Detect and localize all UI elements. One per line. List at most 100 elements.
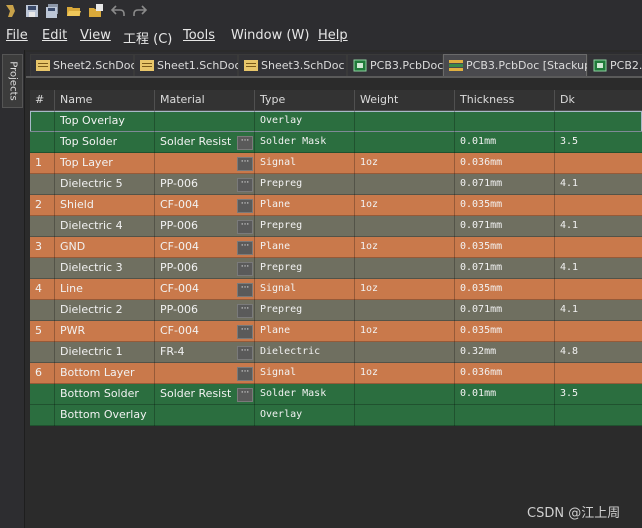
- cell-dk[interactable]: 4.1: [560, 216, 578, 237]
- cell-thickness[interactable]: 0.036mm: [460, 153, 502, 174]
- cell-thickness[interactable]: 0.071mm: [460, 216, 502, 237]
- cell-name[interactable]: Line: [60, 279, 83, 300]
- layer-row[interactable]: 3 GND CF-004 Plane 1oz 0.035mm ···: [30, 237, 642, 258]
- menu-file[interactable]: File: [6, 28, 28, 43]
- tab-pcb3-stackup[interactable]: PCB3.PcbDoc [Stackup]: [443, 54, 595, 76]
- cell-type[interactable]: Prepreg: [260, 174, 302, 195]
- cell-thickness[interactable]: 0.01mm: [460, 132, 496, 153]
- layer-row[interactable]: 1 Top Layer Signal 1oz 0.036mm ···: [30, 153, 642, 174]
- column-divider[interactable]: [454, 90, 455, 110]
- cell-type[interactable]: Plane: [260, 321, 290, 342]
- layer-row[interactable]: Dielectric 1 FR-4 Dielectric 0.32mm 4.8 ···: [30, 342, 642, 363]
- cell-dk[interactable]: 4.1: [560, 174, 578, 195]
- cell-material[interactable]: Solder Resist: [160, 132, 231, 153]
- tab-sheet3-schdoc[interactable]: Sheet3.SchDoc: [238, 54, 347, 76]
- layer-row[interactable]: Top Overlay Overlay: [30, 111, 642, 132]
- column-header-weight[interactable]: Weight: [360, 93, 398, 106]
- layer-row[interactable]: 5 PWR CF-004 Plane 1oz 0.035mm ···: [30, 321, 642, 342]
- menu-tools[interactable]: Tools: [183, 28, 215, 43]
- layer-row[interactable]: Dielectric 4 PP-006 Prepreg 0.071mm 4.1 ···: [30, 216, 642, 237]
- column-header-dk[interactable]: Dk: [560, 93, 575, 106]
- material-browse-button[interactable]: ···: [237, 346, 253, 360]
- cell-number[interactable]: 1: [35, 153, 42, 174]
- cell-type[interactable]: Dielectric: [260, 342, 320, 363]
- cell-weight[interactable]: 1oz: [360, 279, 378, 300]
- cell-thickness[interactable]: 0.035mm: [460, 279, 502, 300]
- cell-type[interactable]: Signal: [260, 153, 296, 174]
- tab-sheet2-schdoc[interactable]: Sheet2.SchDoc: [30, 54, 137, 76]
- cell-type[interactable]: Signal: [260, 279, 296, 300]
- cell-name[interactable]: Bottom Layer: [60, 363, 135, 384]
- cell-number[interactable]: 2: [35, 195, 42, 216]
- cell-weight[interactable]: 1oz: [360, 321, 378, 342]
- material-browse-button[interactable]: ···: [237, 304, 253, 318]
- cell-type[interactable]: Plane: [260, 195, 290, 216]
- layer-row[interactable]: 6 Bottom Layer Signal 1oz 0.036mm ···: [30, 363, 642, 384]
- cell-name[interactable]: Dielectric 2: [60, 300, 123, 321]
- material-browse-button[interactable]: ···: [237, 325, 253, 339]
- cell-type[interactable]: Prepreg: [260, 258, 302, 279]
- cell-type[interactable]: Plane: [260, 237, 290, 258]
- cell-material[interactable]: PP-006: [160, 300, 198, 321]
- cell-type[interactable]: Signal: [260, 363, 296, 384]
- column-divider[interactable]: [254, 90, 255, 110]
- save-all-icon[interactable]: [44, 3, 60, 19]
- cell-name[interactable]: Dielectric 1: [60, 342, 123, 363]
- cell-name[interactable]: Top Solder: [60, 132, 117, 153]
- cell-type[interactable]: Overlay: [260, 111, 302, 132]
- undo-icon[interactable]: [110, 3, 126, 19]
- open-icon[interactable]: [66, 3, 82, 19]
- projects-panel-tab[interactable]: Projects: [2, 54, 23, 108]
- cell-material[interactable]: CF-004: [160, 195, 199, 216]
- cell-name[interactable]: GND: [60, 237, 85, 258]
- cell-material[interactable]: PP-006: [160, 174, 198, 195]
- menu-help[interactable]: Help: [318, 28, 348, 43]
- layer-row[interactable]: 2 Shield CF-004 Plane 1oz 0.035mm ···: [30, 195, 642, 216]
- material-browse-button[interactable]: ···: [237, 241, 253, 255]
- cell-thickness[interactable]: 0.036mm: [460, 363, 502, 384]
- cell-type[interactable]: Prepreg: [260, 216, 302, 237]
- column-divider[interactable]: [554, 90, 555, 110]
- material-browse-button[interactable]: ···: [237, 262, 253, 276]
- column-header-type[interactable]: Type: [260, 93, 285, 106]
- column-divider[interactable]: [354, 90, 355, 110]
- cell-material[interactable]: PP-006: [160, 258, 198, 279]
- cell-weight[interactable]: 1oz: [360, 153, 378, 174]
- cell-thickness[interactable]: 0.071mm: [460, 300, 502, 321]
- tab-pcb2-pcbdoc[interactable]: PCB2.: [587, 54, 642, 76]
- menu-view[interactable]: View: [80, 28, 111, 43]
- cell-number[interactable]: 4: [35, 279, 42, 300]
- cell-name[interactable]: Bottom Solder: [60, 384, 139, 405]
- cell-name[interactable]: Dielectric 5: [60, 174, 123, 195]
- open-project-icon[interactable]: [88, 3, 104, 19]
- cell-name[interactable]: Top Overlay: [60, 111, 125, 132]
- material-browse-button[interactable]: ···: [237, 283, 253, 297]
- cell-material[interactable]: CF-004: [160, 237, 199, 258]
- cell-material[interactable]: CF-004: [160, 321, 199, 342]
- cell-thickness[interactable]: 0.035mm: [460, 237, 502, 258]
- cell-weight[interactable]: 1oz: [360, 237, 378, 258]
- cell-dk[interactable]: 4.1: [560, 300, 578, 321]
- cell-thickness[interactable]: 0.071mm: [460, 174, 502, 195]
- tab-sheet1-schdoc[interactable]: Sheet1.SchDoc: [134, 54, 241, 76]
- cell-name[interactable]: PWR: [60, 321, 85, 342]
- cell-material[interactable]: PP-006: [160, 216, 198, 237]
- cell-number[interactable]: 5: [35, 321, 42, 342]
- column-divider[interactable]: [54, 90, 55, 110]
- cell-thickness[interactable]: 0.32mm: [460, 342, 496, 363]
- material-browse-button[interactable]: ···: [237, 388, 253, 402]
- cell-dk[interactable]: 4.1: [560, 258, 578, 279]
- layer-row[interactable]: Bottom Overlay Overlay: [30, 405, 642, 426]
- menu-project[interactable]: 工程 (C): [123, 28, 172, 47]
- cell-dk[interactable]: 3.5: [560, 384, 578, 405]
- cell-name[interactable]: Shield: [60, 195, 94, 216]
- material-browse-button[interactable]: ···: [237, 178, 253, 192]
- redo-icon[interactable]: [132, 3, 148, 19]
- save-icon[interactable]: [24, 3, 40, 19]
- cell-number[interactable]: 6: [35, 363, 42, 384]
- cell-thickness[interactable]: 0.035mm: [460, 195, 502, 216]
- material-browse-button[interactable]: ···: [237, 157, 253, 171]
- material-browse-button[interactable]: ···: [237, 367, 253, 381]
- column-header-name[interactable]: Name: [60, 93, 92, 106]
- column-header-material[interactable]: Material: [160, 93, 205, 106]
